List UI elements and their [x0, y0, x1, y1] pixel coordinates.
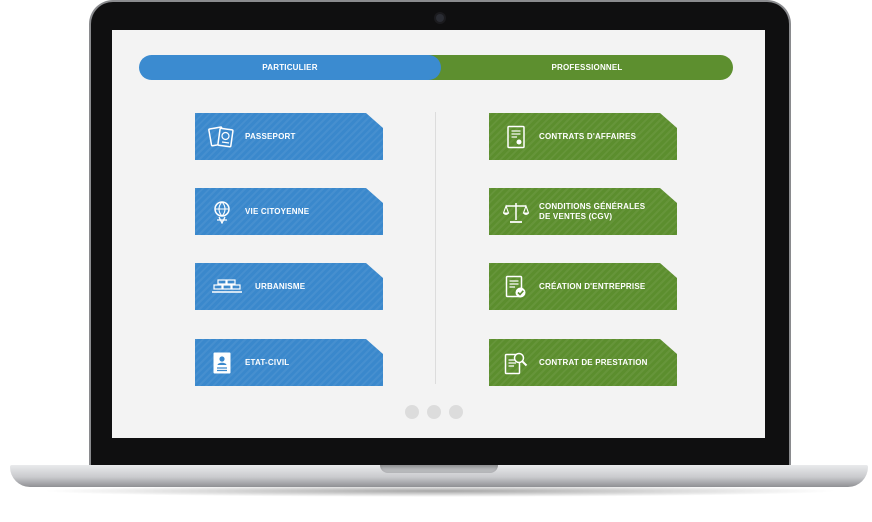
tile-label: ETAT-CIVIL	[245, 357, 290, 367]
tile-conditions-generales[interactable]: CONDITIONS GÉNÉRALES DE VENTES (CGV)	[489, 188, 677, 235]
tab-particulier[interactable]: PARTICULIER	[139, 55, 441, 80]
contract-icon	[501, 122, 531, 152]
tile-vie-citoyenne[interactable]: VIE CITOYENNE	[195, 188, 383, 235]
category-toggle: PARTICULIER PROFESSIONNEL	[139, 55, 733, 80]
page-dot[interactable]	[449, 405, 463, 419]
tile-label: CONDITIONS GÉNÉRALES DE VENTES (CGV)	[539, 202, 645, 222]
document-check-icon	[501, 272, 531, 302]
passport-icon	[207, 122, 237, 152]
column-divider	[435, 112, 436, 384]
document-search-icon	[501, 348, 531, 378]
tile-creation-entreprise[interactable]: CRÉATION D'ENTREPRISE	[489, 263, 677, 310]
tile-urbanisme[interactable]: URBANISME	[195, 263, 383, 310]
tile-etat-civil[interactable]: ETAT-CIVIL	[195, 339, 383, 386]
tile-label: URBANISME	[255, 281, 306, 291]
tile-contrats-affaires[interactable]: CONTRATS D'AFFAIRES	[489, 113, 677, 160]
tile-label: CRÉATION D'ENTREPRISE	[539, 281, 646, 291]
scales-icon	[501, 197, 531, 227]
tile-contrat-prestation[interactable]: CONTRAT DE PRESTATION	[489, 339, 677, 386]
page-dot[interactable]	[405, 405, 419, 419]
tile-passeport[interactable]: PASSEPORT	[195, 113, 383, 160]
tile-label: VIE CITOYENNE	[245, 206, 310, 216]
tile-label: CONTRAT DE PRESTATION	[539, 357, 648, 367]
pagination-dots	[405, 405, 463, 419]
tile-label: CONTRATS D'AFFAIRES	[539, 131, 637, 141]
laptop-notch	[380, 465, 498, 473]
tile-label-line2: DE VENTES (CGV)	[539, 211, 613, 221]
id-document-icon	[207, 348, 237, 378]
citizen-globe-icon	[207, 197, 237, 227]
bricks-icon	[207, 272, 247, 302]
tile-label: PASSEPORT	[245, 131, 296, 141]
camera-icon	[436, 14, 444, 22]
tile-label-line1: CONDITIONS GÉNÉRALES	[539, 201, 646, 211]
screen: PARTICULIER PROFESSIONNEL PASSEPORT VIE …	[112, 30, 765, 438]
tab-professionnel[interactable]: PROFESSIONNEL	[428, 55, 733, 80]
page-dot[interactable]	[427, 405, 441, 419]
